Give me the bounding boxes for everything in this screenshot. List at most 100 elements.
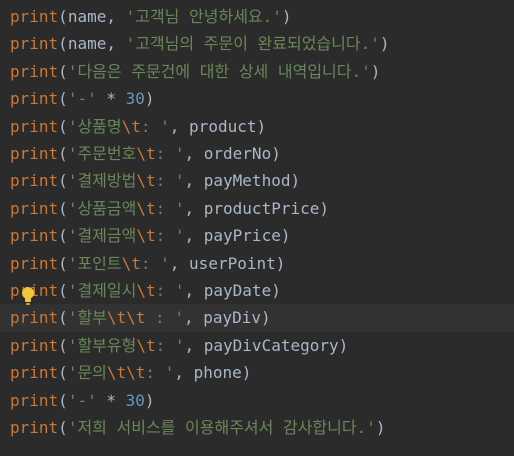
code-line[interactable]: print('-' * 30) (0, 387, 514, 414)
code-token: print (10, 308, 59, 328)
code-token: ) (256, 116, 267, 136)
code-token: '-' (67, 390, 97, 410)
code-token: , payMethod (184, 171, 291, 191)
code-token: '포인트 (67, 253, 122, 273)
code-token: , payDivCategory (184, 335, 339, 355)
code-token: print (10, 390, 59, 410)
code-token: ) (375, 418, 386, 437)
code-token: ) (241, 363, 252, 383)
code-token: \t (136, 198, 156, 218)
code-token: ( (58, 253, 68, 273)
code-token: '결제금액 (67, 226, 137, 246)
code-token: '고객님의 주문이 완료되었습니다.' (125, 34, 380, 54)
code-token: ( (58, 226, 68, 246)
code-token: print (10, 171, 59, 191)
code-token: ) (290, 171, 301, 191)
code-token: , payDiv (183, 308, 262, 328)
code-token: 30 (125, 89, 145, 109)
code-token: ( (58, 144, 68, 163)
code-token: \t (136, 171, 156, 191)
code-editor[interactable]: print(name, '고객님 안녕하세요.') print(name, '고객… (0, 0, 514, 456)
code-line[interactable]: print('할부유형\t: ', payDivCategory) (0, 332, 514, 359)
code-token: ( (58, 281, 68, 300)
code-token: name, (67, 7, 126, 26)
code-token: ) (275, 253, 286, 273)
code-token: ) (281, 7, 292, 26)
code-line[interactable]: print(name, '고객님 안녕하세요.') (0, 3, 514, 30)
code-token: ) (144, 89, 155, 109)
code-token: '다음은 주문건에 대한 상세 내역입니다.' (67, 61, 371, 81)
code-token: print (10, 89, 59, 109)
code-token: '할부유형 (67, 335, 137, 355)
code-token: \t (136, 144, 156, 163)
code-token: print (10, 144, 59, 163)
code-token: \t (136, 226, 156, 246)
code-line[interactable]: print('문의\t\t: ', phone) (0, 359, 514, 386)
code-token: ( (58, 7, 68, 26)
code-token: ( (58, 89, 68, 109)
code-token: ) (261, 308, 271, 328)
code-token: name, (67, 34, 126, 54)
code-line[interactable]: print('상품명\t: ', product) (0, 113, 514, 140)
code-token: print (10, 198, 59, 218)
code-token: print (10, 418, 59, 437)
code-token: , orderNo (184, 144, 272, 163)
code-token: ) (144, 390, 155, 410)
code-token: print (10, 253, 59, 273)
code-token: \t (136, 281, 156, 300)
code-token: ( (58, 418, 68, 437)
code-token: \t\t (106, 363, 146, 383)
code-token: '결제방법 (67, 171, 137, 191)
code-token: print (10, 61, 59, 81)
code-token: , product (169, 116, 257, 136)
code-token: print (10, 335, 59, 355)
code-token: : ' (140, 253, 170, 273)
code-token: ( (58, 335, 68, 355)
code-line[interactable]: print('저희 서비스를 이용해주셔서 감사합니다.') (0, 414, 514, 441)
code-token: , phone (174, 363, 242, 383)
code-line[interactable]: print('포인트\t: ', userPoint) (0, 250, 514, 277)
code-token: '저희 서비스를 이용해주셔서 감사합니다.' (67, 418, 376, 437)
code-token: : ' (155, 281, 185, 300)
code-token: '주문번호 (67, 144, 137, 163)
code-token: : ' (155, 226, 185, 246)
code-token: : ' (155, 144, 185, 163)
code-token: ( (58, 116, 68, 136)
code-line[interactable]: print('결제금액\t: ', payPrice) (0, 222, 514, 249)
code-token: ( (58, 390, 68, 410)
code-line[interactable]: print('상품금액\t: ', productPrice) (0, 195, 514, 222)
code-token: print (10, 226, 59, 246)
code-token: : ' (155, 335, 185, 355)
code-line[interactable]: print('결제일시\t: ', payDate) (0, 277, 514, 304)
code-token: ( (58, 198, 68, 218)
code-token: ) (338, 335, 349, 355)
code-token: : ' (155, 198, 185, 218)
code-token: \t (121, 253, 141, 273)
code-line[interactable]: print('다음은 주문건에 대한 상세 내역입니다.') (0, 58, 514, 85)
code-token: , userPoint (169, 253, 276, 273)
code-line[interactable]: print('결제방법\t: ', payMethod) (0, 167, 514, 194)
code-line[interactable]: print('-' * 30) (0, 85, 514, 112)
code-token: ) (319, 198, 329, 218)
code-line[interactable]: print('주문번호\t: ', orderNo) (0, 140, 514, 167)
lightbulb-icon[interactable] (20, 286, 36, 306)
code-token: print (10, 7, 59, 26)
code-token: '상품금액 (67, 198, 137, 218)
code-token: ) (271, 144, 281, 163)
code-token: ( (58, 34, 68, 54)
code-token: * (96, 89, 126, 109)
code-token: ( (58, 363, 68, 383)
code-token: : ' (145, 308, 184, 328)
code-token: ( (58, 171, 68, 191)
code-token: print (10, 116, 59, 136)
code-token: , payDate (184, 281, 272, 300)
code-line[interactable]: print(name, '고객님의 주문이 완료되었습니다.') (0, 30, 514, 57)
code-token: \t (121, 116, 141, 136)
code-token: \t\t (106, 308, 146, 328)
code-token: ( (58, 61, 68, 81)
code-token: '-' (67, 89, 97, 109)
code-token: , productPrice (184, 198, 320, 218)
code-token: '문의 (67, 363, 107, 383)
code-line[interactable]: print('할부\t\t : ', payDiv) (0, 304, 514, 332)
code-token: \t (136, 335, 156, 355)
